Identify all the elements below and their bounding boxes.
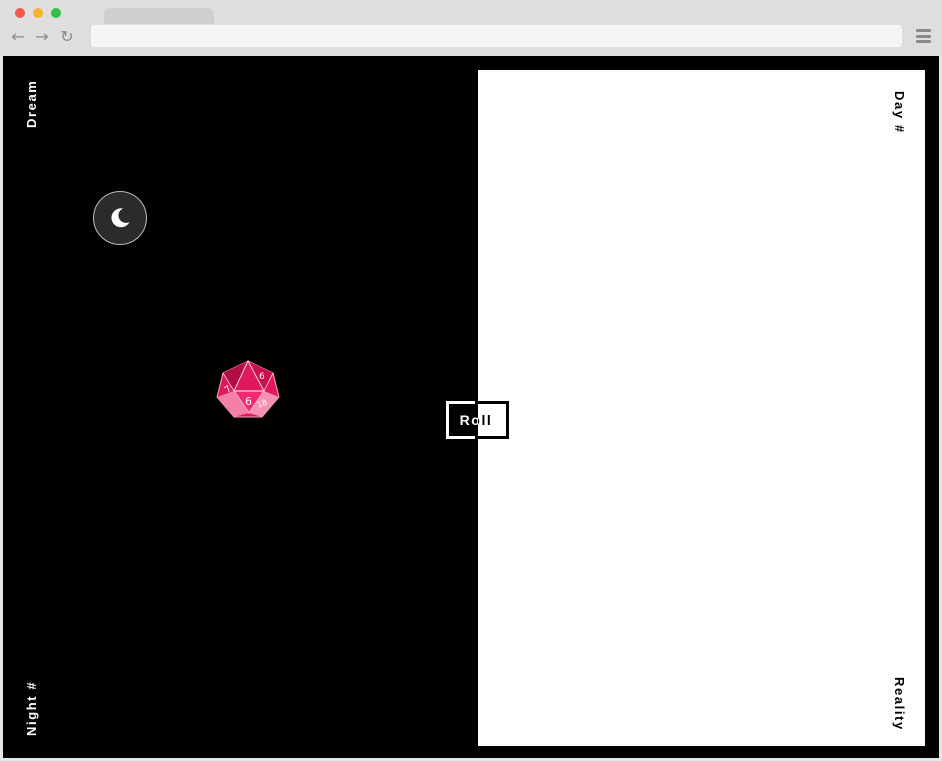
arrow-left-icon: ← (11, 27, 25, 46)
close-window-button[interactable] (15, 8, 25, 18)
d20-dice-icon: 6 9 7 18 (216, 359, 280, 418)
reload-button[interactable]: ↻ (59, 28, 75, 46)
back-button[interactable]: ← (10, 28, 26, 46)
day-counter-label: Day # (892, 91, 907, 134)
roll-button[interactable]: Roll (446, 401, 509, 439)
browser-chrome: ← → ↻ (0, 0, 942, 56)
address-bar[interactable] (91, 25, 902, 47)
browser-tab[interactable] (104, 8, 214, 24)
minimize-window-button[interactable] (33, 8, 43, 18)
night-counter-label: Night # (24, 680, 39, 736)
dice-face-number: 6 (259, 372, 265, 382)
page-viewport: Dream Night # Day # Reality 6 9 7 18 Rol… (3, 56, 939, 758)
day-reality-panel (478, 70, 925, 746)
moon-icon (111, 208, 130, 228)
dream-label: Dream (24, 79, 39, 128)
reload-icon: ↻ (60, 27, 74, 46)
reality-label: Reality (892, 677, 907, 731)
maximize-window-button[interactable] (51, 8, 61, 18)
browser-menu-button[interactable] (916, 29, 931, 43)
arrow-right-icon: → (35, 27, 49, 46)
forward-button[interactable]: → (34, 28, 50, 46)
dice-face-number: 9 (245, 394, 252, 407)
hamburger-menu-icon (916, 29, 931, 43)
roll-button-label: Roll (459, 412, 493, 428)
theme-toggle-button[interactable] (93, 191, 147, 245)
